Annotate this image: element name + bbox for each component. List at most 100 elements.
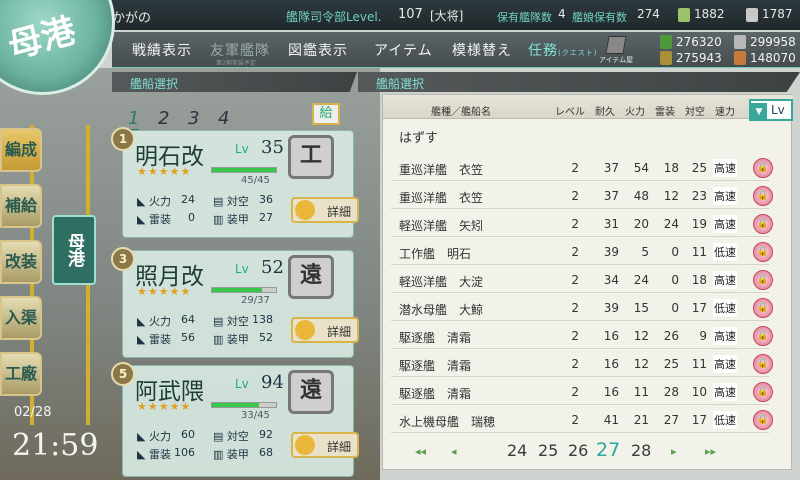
row-torp: 0: [671, 245, 679, 259]
ship-slot-number: 5: [111, 362, 135, 386]
lock-icon[interactable]: 🔒: [753, 298, 773, 318]
side-remodel-button[interactable]: 改装: [0, 240, 42, 284]
sort-dropdown-icon: ▼: [751, 103, 767, 121]
fleet-tab-3[interactable]: 3: [188, 108, 199, 129]
lock-icon[interactable]: 🔒: [753, 186, 773, 206]
hp-bar-fill: [212, 403, 259, 407]
fleet-tab-2[interactable]: 2: [158, 108, 169, 129]
torpedo-value: 0: [188, 211, 195, 224]
fleet-tab-4[interactable]: 4: [218, 108, 229, 129]
hp-text: 45/45: [241, 175, 270, 186]
last-page-icon[interactable]: ▸▸: [705, 445, 716, 458]
page-27-current[interactable]: 27: [596, 439, 620, 461]
detail-label: 詳細: [326, 205, 351, 219]
row-aa: 11: [691, 357, 707, 371]
side-repair-button[interactable]: 入渠: [0, 296, 42, 340]
detail-button[interactable]: 詳細: [291, 197, 359, 223]
header-level: レベル: [555, 107, 585, 118]
page-28[interactable]: 28: [631, 441, 651, 460]
row-level: 2: [571, 413, 579, 427]
bauxite-icon: [734, 51, 746, 65]
row-fire: 15: [633, 301, 649, 315]
row-level: 2: [571, 245, 579, 259]
row-speed: 高速: [713, 215, 737, 233]
first-page-icon[interactable]: ◂◂: [415, 445, 426, 458]
ship-list-row[interactable]: 駆逐艦 清霜 2 16 12 26 9 高速 🔒: [391, 323, 773, 349]
row-torp: 24: [663, 217, 679, 231]
menu-furniture[interactable]: 模様替え: [452, 40, 512, 60]
lock-icon[interactable]: 🔒: [753, 410, 773, 430]
page-24[interactable]: 24: [507, 441, 527, 460]
header-speed: 速力: [715, 107, 735, 118]
detail-button[interactable]: 詳細: [291, 317, 359, 343]
magnifier-icon: [295, 320, 315, 340]
row-ship-name: 駆逐艦 清霜: [399, 359, 472, 373]
menu-library[interactable]: 図鑑表示: [288, 40, 348, 60]
lock-icon[interactable]: 🔒: [753, 354, 773, 374]
ship-list-row[interactable]: 潜水母艦 大鯨 2 39 15 0 17 低速 🔒: [391, 295, 773, 321]
ammo-value: 275943: [676, 51, 722, 65]
row-fire: 20: [633, 217, 649, 231]
menu-item[interactable]: アイテム: [374, 40, 433, 60]
header-torp: 雷装: [655, 107, 675, 118]
page-25[interactable]: 25: [538, 441, 558, 460]
ship-card[interactable]: 3 照月改 Lv 52 ★★★★★ 29/37 ◣ 火力 64 ▤ 対空 138 ◣…: [111, 247, 359, 358]
item-shop-button[interactable]: アイテム屋: [596, 34, 636, 66]
lock-icon[interactable]: 🔒: [753, 158, 773, 178]
fleet-supply-button[interactable]: 給: [312, 103, 340, 125]
status-badge: 遠: [288, 370, 334, 414]
row-fire: 21: [633, 413, 649, 427]
sort-button[interactable]: ▼ Lv: [749, 99, 793, 121]
ship-card[interactable]: 1 明石改 Lv 35 ★★★★★ 45/45 ◣ 火力 24 ▤ 対空 36 ◣ …: [111, 127, 359, 238]
ship-list-row[interactable]: 重巡洋艦 衣笠 2 37 48 12 23 高速 🔒: [391, 183, 773, 209]
clock: 21:59: [12, 428, 99, 463]
lock-icon[interactable]: 🔒: [753, 242, 773, 262]
page-26[interactable]: 26: [568, 441, 588, 460]
ship-card[interactable]: 5 阿武隈 Lv 94 ★★★★★ 33/45 ◣ 火力 60 ▤ 対空 92 ◣ …: [111, 362, 359, 477]
menu-quest-label: 任務: [528, 43, 558, 59]
ship-list-row[interactable]: 軽巡洋艦 大淀 2 34 24 0 18 高速 🔒: [391, 267, 773, 293]
menu-quest[interactable]: 任務(クエスト): [528, 40, 597, 60]
lock-icon[interactable]: 🔒: [753, 326, 773, 346]
prev-page-icon[interactable]: ◂: [451, 445, 457, 458]
port-return-button[interactable]: 母港: [52, 215, 96, 285]
row-hp: 39: [603, 245, 619, 259]
menu-record[interactable]: 戦績表示: [132, 40, 192, 60]
unequip-option[interactable]: はずす: [399, 127, 438, 146]
row-level: 2: [571, 329, 579, 343]
next-page-icon[interactable]: ▸: [671, 445, 677, 458]
row-hp: 37: [603, 161, 619, 175]
row-ship-name: 駆逐艦 清霜: [399, 387, 472, 401]
row-fire: 12: [633, 329, 649, 343]
side-supply-button[interactable]: 補給: [0, 184, 42, 228]
row-level: 2: [571, 161, 579, 175]
lock-icon[interactable]: 🔒: [753, 214, 773, 234]
row-torp: 0: [671, 301, 679, 315]
side-organize-button[interactable]: 編成: [0, 128, 42, 172]
ship-list-row[interactable]: 工作艦 明石 2 39 5 0 11 低速 🔒: [391, 239, 773, 265]
ship-list-row[interactable]: 水上機母艦 瑞穂 2 41 21 27 17 低速 🔒: [391, 407, 773, 433]
magnifier-icon: [295, 435, 315, 455]
lock-icon[interactable]: 🔒: [753, 382, 773, 402]
level-label: Lv: [235, 377, 249, 391]
header-fire: 火力: [625, 107, 645, 118]
bauxite-value: 148070: [750, 51, 796, 65]
row-aa: 19: [691, 217, 707, 231]
fuel-value: 276320: [676, 35, 722, 49]
ship-list-row[interactable]: 駆逐艦 清霜 2 16 11 28 10 高速 🔒: [391, 379, 773, 405]
row-aa: 25: [691, 161, 707, 175]
ship-list-row[interactable]: 重巡洋艦 衣笠 2 37 54 18 25 高速 🔒: [391, 155, 773, 181]
detail-button[interactable]: 詳細: [291, 432, 359, 458]
row-ship-name: 軽巡洋艦 大淀: [399, 275, 484, 289]
ship-list-row[interactable]: 軽巡洋艦 矢矧 2 31 20 24 19 高速 🔒: [391, 211, 773, 237]
aa-value: 36: [259, 193, 273, 206]
hq-level-label: 艦隊司令部Level.: [286, 10, 382, 24]
torpedo-stat: ◣ 雷装 56: [137, 331, 195, 346]
ship-list-row[interactable]: 駆逐艦 清霜 2 16 12 25 11 高速 🔒: [391, 351, 773, 377]
header-hp: 耐久: [595, 107, 615, 118]
row-level: 2: [571, 273, 579, 287]
pagination: ◂◂ ◂ 24 25 26 27 28 ▸ ▸▸: [383, 437, 793, 467]
lock-icon[interactable]: 🔒: [753, 270, 773, 290]
side-arsenal-button[interactable]: 工廠: [0, 352, 42, 396]
row-hp: 41: [603, 413, 619, 427]
